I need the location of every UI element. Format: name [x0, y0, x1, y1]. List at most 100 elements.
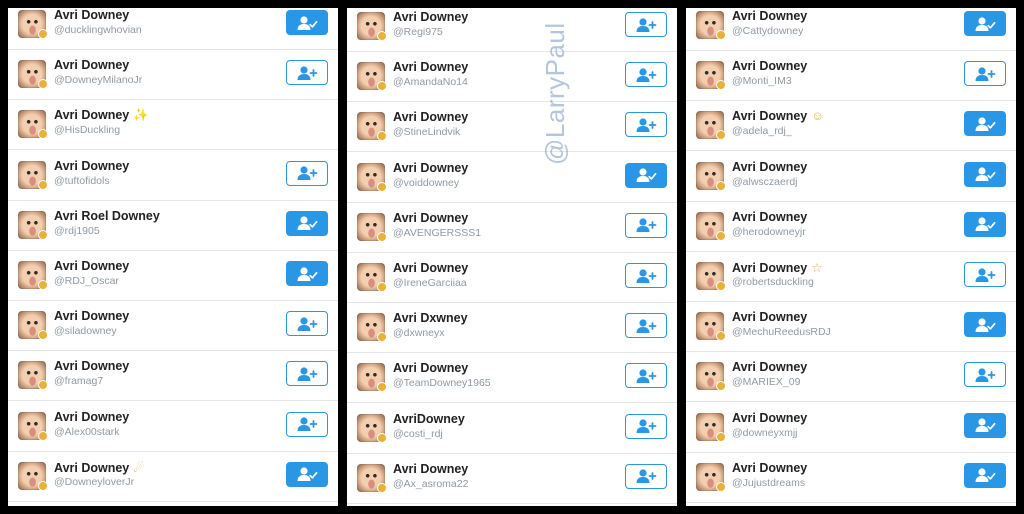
following-button[interactable]	[964, 312, 1006, 338]
display-name[interactable]: Avri Downey	[393, 10, 468, 24]
avatar[interactable]	[696, 11, 726, 40]
following-button[interactable]	[964, 211, 1006, 237]
avatar[interactable]	[696, 362, 726, 392]
following-button[interactable]	[286, 461, 328, 487]
display-name[interactable]: Avri Downey	[732, 59, 807, 73]
follow-button[interactable]	[625, 62, 667, 88]
display-name[interactable]: Avri Downey	[393, 60, 468, 74]
follower-row[interactable]: Avri Downey ☺ @adela_rdj_	[686, 101, 1016, 152]
follower-row[interactable]: Avri Downey @framag7	[8, 351, 338, 402]
follow-button[interactable]	[625, 263, 667, 288]
follow-button[interactable]	[625, 112, 667, 138]
follow-button[interactable]	[286, 160, 328, 186]
avatar[interactable]	[18, 10, 48, 39]
following-button[interactable]	[286, 261, 328, 286]
avatar[interactable]	[18, 160, 48, 190]
display-name[interactable]: Avri Downey	[393, 161, 468, 175]
display-name[interactable]: Avri Downey	[54, 410, 129, 424]
following-button[interactable]	[286, 210, 328, 236]
follower-row[interactable]: Avri Downey @Ax_asroma22	[347, 454, 677, 504]
follow-button[interactable]	[625, 313, 667, 339]
follower-row[interactable]: Avri Downey @Alex00stark	[8, 402, 338, 452]
avatar[interactable]	[696, 61, 726, 91]
display-name[interactable]: Avri Downey	[54, 8, 129, 22]
display-name[interactable]: Avri Downey	[54, 259, 129, 273]
avatar[interactable]	[18, 210, 48, 240]
follower-row[interactable]: Avri Downey @Jujustdreams	[686, 453, 1016, 503]
follower-row[interactable]: Avri Downey @Monti_IM3	[686, 51, 1016, 102]
avatar[interactable]	[696, 111, 726, 141]
display-name[interactable]: Avri Downey	[732, 411, 807, 425]
follower-row[interactable]: Avri Downey ☄ @DowneyloverJr	[8, 452, 338, 502]
avatar[interactable]	[357, 212, 387, 242]
follower-row[interactable]: Avri Downey @Cattydowney	[686, 8, 1016, 51]
avatar[interactable]	[357, 413, 387, 443]
following-button[interactable]	[625, 162, 667, 188]
display-name[interactable]: Avri Downey	[393, 261, 468, 275]
display-name[interactable]: Avri Downey	[732, 310, 807, 324]
follow-button[interactable]	[286, 311, 328, 337]
avatar[interactable]	[18, 311, 48, 341]
display-name[interactable]: Avri Downey	[54, 359, 129, 373]
follower-row[interactable]: Avri Roel Downey @rdj1905	[8, 201, 338, 251]
follower-row[interactable]: Avri Downey @MechuReedusRDJ	[686, 302, 1016, 353]
avatar[interactable]	[357, 62, 387, 92]
follow-button[interactable]	[964, 362, 1006, 388]
follow-button[interactable]	[625, 212, 667, 238]
follow-button[interactable]	[625, 413, 667, 439]
follower-row[interactable]: Avri Downey @StineLindvik	[347, 102, 677, 153]
following-button[interactable]	[964, 462, 1006, 488]
following-button[interactable]	[964, 161, 1006, 187]
avatar[interactable]	[696, 462, 726, 492]
follower-row[interactable]: Avri Downey @downeyxmjj	[686, 403, 1016, 453]
follower-row[interactable]: Avri Downey @ducklingwhovian	[8, 8, 338, 50]
follower-row[interactable]: Avri Downey @IreneGarciiaa	[347, 253, 677, 303]
follower-row[interactable]: Avri Dxwney @dxwneyx	[347, 303, 677, 354]
follow-button[interactable]	[625, 12, 667, 37]
avatar[interactable]	[696, 412, 726, 442]
avatar[interactable]	[18, 60, 48, 90]
avatar[interactable]	[696, 161, 726, 191]
display-name[interactable]: Avri Downey	[54, 309, 129, 323]
follower-row[interactable]: Avri Downey @RDJ_Oscar	[8, 251, 338, 301]
follower-row[interactable]: Avri Downey @AmandaNo14	[347, 52, 677, 103]
avatar[interactable]	[357, 162, 387, 192]
avatar[interactable]	[357, 313, 387, 343]
display-name[interactable]: Avri Downey	[732, 360, 807, 374]
follower-row[interactable]: Avri Downey ✨ @HisDuckling	[8, 100, 338, 151]
follower-row[interactable]: Avri Downey @tuftofidols	[8, 151, 338, 201]
avatar[interactable]	[357, 12, 387, 41]
avatar[interactable]	[357, 263, 387, 292]
follow-button[interactable]	[286, 361, 328, 387]
display-name[interactable]: Avri Downey	[732, 461, 807, 475]
display-name[interactable]: Avri Downey	[393, 110, 468, 124]
display-name[interactable]: Avri Downey	[393, 361, 468, 375]
avatar[interactable]	[357, 112, 387, 142]
follow-button[interactable]	[286, 411, 328, 437]
avatar[interactable]	[18, 110, 48, 140]
avatar[interactable]	[696, 312, 726, 342]
avatar[interactable]	[18, 261, 48, 290]
avatar[interactable]	[18, 461, 48, 491]
follower-row[interactable]: Avri Downey ☆ @robertsduckling	[686, 252, 1016, 302]
following-button[interactable]	[964, 111, 1006, 137]
display-name[interactable]: Avri Downey	[54, 159, 129, 173]
display-name[interactable]: Avri Downey	[54, 58, 129, 72]
follower-row[interactable]: Avri Downey @DowneyMilanoJr	[8, 50, 338, 101]
follower-row[interactable]: Avri Downey @voiddowney	[347, 153, 677, 203]
follow-button[interactable]	[964, 61, 1006, 87]
display-name[interactable]: Avri Downey	[732, 9, 807, 23]
follower-row[interactable]: Avri Downey @siladowney	[8, 301, 338, 352]
following-button[interactable]	[964, 412, 1006, 438]
following-button[interactable]	[286, 10, 328, 35]
following-button[interactable]	[964, 11, 1006, 36]
avatar[interactable]	[18, 361, 48, 391]
follower-row[interactable]: Avri Downey @AVENGERSSS1	[347, 203, 677, 253]
avatar[interactable]	[696, 211, 726, 241]
display-name[interactable]: Avri Roel Downey	[54, 209, 160, 223]
avatar[interactable]	[18, 411, 48, 441]
follower-row[interactable]: Avri Downey @TeamDowney1965	[347, 353, 677, 404]
display-name[interactable]: Avri Downey	[732, 160, 807, 174]
follower-row[interactable]: AvriDowney @costi_rdj	[347, 404, 677, 454]
display-name[interactable]: Avri Downey ☺	[732, 109, 824, 123]
